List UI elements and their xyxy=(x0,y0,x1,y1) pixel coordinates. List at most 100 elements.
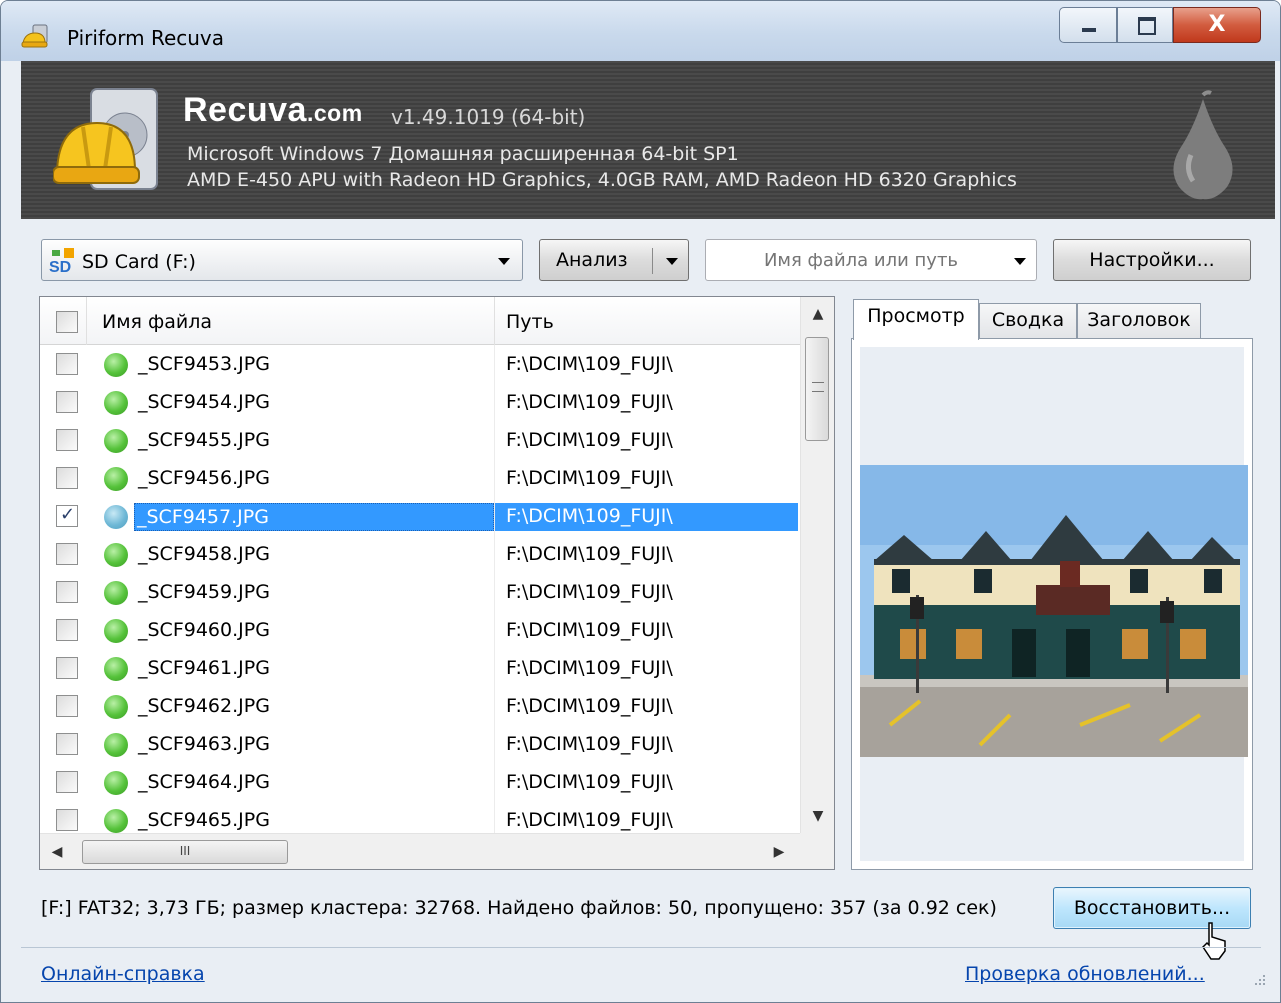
file-row[interactable]: _SCF9463.JPG F:\DCIM\109_FUJI\ xyxy=(40,725,800,763)
tab-header[interactable]: Заголовок xyxy=(1077,303,1201,339)
chevron-down-icon[interactable] xyxy=(1014,258,1026,265)
preview-panel xyxy=(851,338,1253,870)
file-path: F:\DCIM\109_FUJI\ xyxy=(506,467,673,489)
column-divider[interactable] xyxy=(494,297,495,345)
horizontal-scrollbar[interactable]: ◀ III ▶ xyxy=(40,833,834,869)
file-name: _SCF9460.JPG xyxy=(138,619,270,641)
version-label: v1.49.1019 (64-bit) xyxy=(391,105,586,129)
column-divider[interactable] xyxy=(86,297,87,345)
scroll-left-icon[interactable]: ◀ xyxy=(40,834,74,870)
file-row[interactable]: _SCF9458.JPG F:\DCIM\109_FUJI\ xyxy=(40,535,800,573)
file-row[interactable]: _SCF9459.JPG F:\DCIM\109_FUJI\ xyxy=(40,573,800,611)
column-divider xyxy=(494,497,495,535)
close-button[interactable]: X xyxy=(1173,7,1261,43)
file-checkbox[interactable] xyxy=(56,391,78,413)
vertical-scrollbar[interactable]: ▲ ▼ xyxy=(800,297,834,833)
file-checkbox[interactable] xyxy=(56,695,78,717)
title-bar[interactable]: Piriform Recuva X xyxy=(1,1,1280,61)
column-header-path[interactable]: Путь xyxy=(506,311,554,333)
recuva-logo xyxy=(53,88,158,190)
brand-name: Recuva.com xyxy=(183,91,363,129)
recuva-window: Piriform Recuva X Recuva.com v1.49.1019 … xyxy=(0,0,1281,1003)
file-checkbox[interactable] xyxy=(56,504,78,527)
status-ok-icon xyxy=(104,505,128,529)
minimize-icon xyxy=(1060,8,1116,42)
preview-area xyxy=(860,347,1248,861)
file-row[interactable]: _SCF9456.JPG F:\DCIM\109_FUJI\ xyxy=(40,459,800,497)
column-divider xyxy=(494,611,495,649)
horizontal-scroll-thumb[interactable]: III xyxy=(82,840,288,864)
maximize-button[interactable] xyxy=(1117,7,1173,43)
tab-summary[interactable]: Сводка xyxy=(979,303,1077,339)
status-ok-icon xyxy=(104,619,128,643)
column-header-name[interactable]: Имя файла xyxy=(102,311,212,333)
file-name: _SCF9461.JPG xyxy=(138,657,270,679)
analyze-label: Анализ xyxy=(556,249,628,271)
column-divider xyxy=(494,649,495,687)
file-path: F:\DCIM\109_FUJI\ xyxy=(506,733,673,755)
settings-button[interactable]: Настройки... xyxy=(1053,239,1251,281)
status-ok-icon xyxy=(104,771,128,795)
vertical-scroll-thumb[interactable] xyxy=(805,337,829,441)
select-all-checkbox[interactable] xyxy=(56,311,78,333)
check-updates-link[interactable]: Проверка обновлений... xyxy=(965,963,1205,985)
file-checkbox[interactable] xyxy=(56,771,78,793)
file-checkbox[interactable] xyxy=(56,809,78,831)
file-path: F:\DCIM\109_FUJI\ xyxy=(506,391,673,413)
maximize-icon xyxy=(1118,8,1172,42)
online-help-link[interactable]: Онлайн-справка xyxy=(41,963,205,985)
file-path: F:\DCIM\109_FUJI\ xyxy=(506,619,673,641)
file-checkbox[interactable] xyxy=(56,429,78,451)
scroll-up-icon[interactable]: ▲ xyxy=(801,297,835,331)
scroll-down-icon[interactable]: ▼ xyxy=(801,799,835,833)
file-checkbox[interactable] xyxy=(56,581,78,603)
file-row[interactable]: _SCF9454.JPG F:\DCIM\109_FUJI\ xyxy=(40,383,800,421)
path-filter-combo[interactable] xyxy=(705,239,1037,281)
file-row[interactable]: _SCF9453.JPG F:\DCIM\109_FUJI\ xyxy=(40,345,800,383)
tab-preview[interactable]: Просмотр xyxy=(853,299,979,340)
file-checkbox[interactable] xyxy=(56,353,78,375)
path-filter-input[interactable] xyxy=(716,244,1006,276)
status-ok-icon xyxy=(104,657,128,681)
drive-label: SD Card (F:) xyxy=(82,251,196,273)
file-name: _SCF9457.JPG xyxy=(134,503,494,531)
status-ok-icon xyxy=(104,467,128,491)
file-name: _SCF9459.JPG xyxy=(138,581,270,603)
file-row[interactable]: _SCF9457.JPG F:\DCIM\109_FUJI\ xyxy=(40,497,800,535)
column-divider xyxy=(494,459,495,497)
file-name: _SCF9453.JPG xyxy=(138,353,270,375)
column-divider xyxy=(494,535,495,573)
list-header: Имя файла Путь xyxy=(40,297,800,345)
file-row[interactable]: _SCF9465.JPG F:\DCIM\109_FUJI\ xyxy=(40,801,800,833)
status-ok-icon xyxy=(104,695,128,719)
minimize-button[interactable] xyxy=(1059,7,1117,43)
file-path: F:\DCIM\109_FUJI\ xyxy=(506,581,673,603)
drive-select[interactable]: SD SD Card (F:) xyxy=(41,239,523,281)
mouse-pointer-icon xyxy=(1202,922,1226,960)
scroll-right-icon[interactable]: ▶ xyxy=(762,834,796,870)
analyze-button[interactable]: Анализ xyxy=(539,239,689,281)
file-checkbox[interactable] xyxy=(56,467,78,489)
file-row[interactable]: _SCF9462.JPG F:\DCIM\109_FUJI\ xyxy=(40,687,800,725)
footer-separator xyxy=(21,947,1261,948)
file-name: _SCF9462.JPG xyxy=(138,695,270,717)
file-path: F:\DCIM\109_FUJI\ xyxy=(506,353,673,375)
piriform-pear-icon xyxy=(1173,90,1233,200)
analyze-separator xyxy=(652,248,653,274)
file-list[interactable]: Имя файла Путь _SCF9453.JPG F:\DCIM\109_F… xyxy=(39,296,835,870)
file-row[interactable]: _SCF9461.JPG F:\DCIM\109_FUJI\ xyxy=(40,649,800,687)
status-ok-icon xyxy=(104,733,128,757)
file-path: F:\DCIM\109_FUJI\ xyxy=(506,429,673,451)
file-name: _SCF9458.JPG xyxy=(138,543,270,565)
file-row[interactable]: _SCF9464.JPG F:\DCIM\109_FUJI\ xyxy=(40,763,800,801)
status-ok-icon xyxy=(104,353,128,377)
column-divider xyxy=(494,345,495,383)
file-checkbox[interactable] xyxy=(56,543,78,565)
analyze-dropdown-icon[interactable] xyxy=(666,258,678,265)
file-row[interactable]: _SCF9455.JPG F:\DCIM\109_FUJI\ xyxy=(40,421,800,459)
file-checkbox[interactable] xyxy=(56,733,78,755)
file-checkbox[interactable] xyxy=(56,619,78,641)
resize-grip-icon[interactable] xyxy=(1247,971,1267,991)
file-row[interactable]: _SCF9460.JPG F:\DCIM\109_FUJI\ xyxy=(40,611,800,649)
file-checkbox[interactable] xyxy=(56,657,78,679)
